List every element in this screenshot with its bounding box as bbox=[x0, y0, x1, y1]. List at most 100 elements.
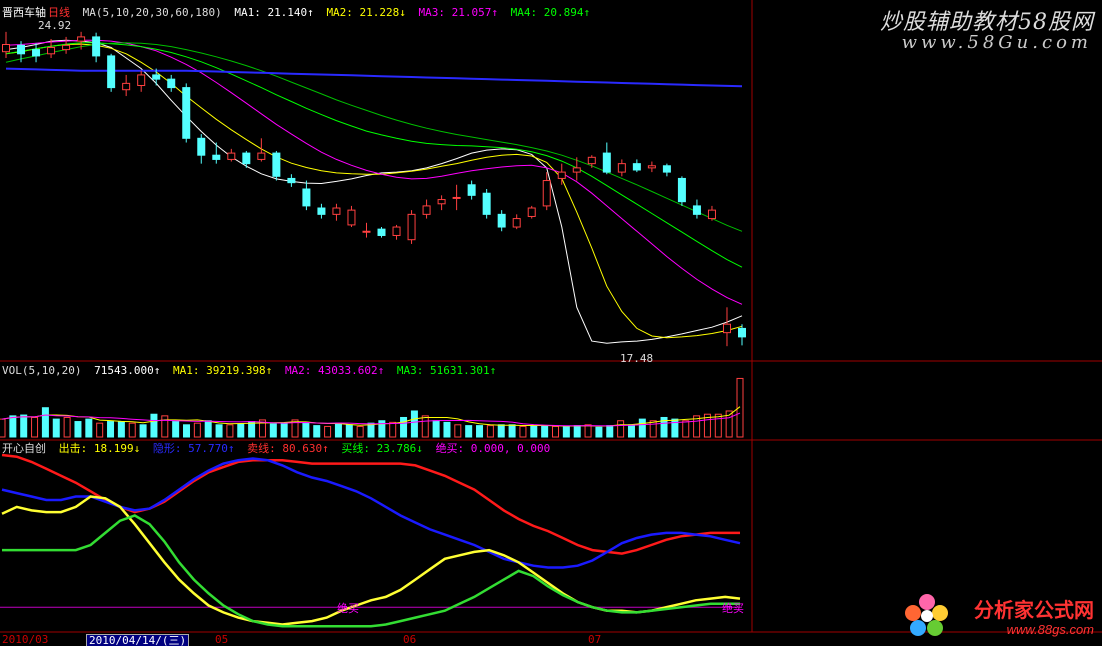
price-header: 晋西车轴 日线 MA(5,10,20,30,60,180) MA1: 21.140… bbox=[2, 6, 596, 19]
volume-bar bbox=[627, 424, 635, 438]
volume-bar bbox=[41, 407, 49, 438]
candle-body bbox=[722, 323, 731, 334]
vol-ma2: MA2: 43033.602↑ bbox=[284, 364, 385, 377]
volume-bar bbox=[595, 426, 603, 438]
ma-label: MA(5,10,20,30,60,180) bbox=[82, 6, 222, 19]
stock-chart-window: { "price_header": { "name": "晋西车轴", "per… bbox=[0, 0, 1102, 646]
x-axis-mark-06: 06 bbox=[403, 633, 417, 646]
period-label: 日线 bbox=[48, 6, 70, 19]
volume-bar bbox=[649, 420, 657, 438]
volume-bar bbox=[465, 425, 473, 438]
candle-body bbox=[407, 213, 416, 241]
x-axis-mark-05: 05 bbox=[215, 633, 229, 646]
volume-bar bbox=[573, 425, 581, 438]
volume-bar bbox=[584, 424, 592, 438]
candle-body bbox=[422, 205, 431, 215]
candle-body bbox=[647, 165, 656, 169]
candle-body bbox=[738, 327, 746, 338]
ma-line-6 bbox=[5, 67, 743, 88]
candle-body bbox=[512, 218, 521, 228]
volume-bar bbox=[107, 421, 115, 438]
candle-body bbox=[542, 180, 551, 207]
candle-body bbox=[332, 207, 341, 215]
volume-bar bbox=[193, 422, 201, 438]
volume-bar bbox=[432, 420, 440, 438]
volume-bar bbox=[63, 416, 71, 438]
candle-body bbox=[662, 165, 671, 173]
vol-ma1: MA1: 39219.398↑ bbox=[172, 364, 273, 377]
volume-bar bbox=[248, 421, 256, 438]
volume-header: VOL(5,10,20) 71543.000↑ MA1: 39219.398↑ … bbox=[2, 364, 502, 377]
candle-body bbox=[347, 209, 356, 226]
candle-body bbox=[437, 199, 446, 205]
chart-canvas bbox=[0, 0, 1102, 633]
volume-bar bbox=[443, 421, 451, 438]
volume-bar bbox=[20, 414, 28, 438]
indicator-sell: 卖线: 80.630↑ bbox=[247, 442, 329, 455]
ma1-value: MA1: 21.140↑ bbox=[234, 6, 314, 19]
volume-bar bbox=[172, 421, 180, 438]
candle-body bbox=[257, 152, 266, 160]
volume-bar bbox=[161, 415, 169, 438]
indicator-hidden: 隐形: 57.770↑ bbox=[152, 442, 235, 455]
volume-bar bbox=[269, 423, 277, 438]
volume-bar bbox=[74, 421, 82, 438]
candle-body bbox=[692, 205, 701, 215]
ma-line-2 bbox=[5, 43, 743, 339]
watermark-url: www.58Gu.com bbox=[901, 32, 1092, 53]
candle-body bbox=[212, 154, 221, 160]
candle-body bbox=[62, 44, 71, 51]
x-axis-mark-07: 07 bbox=[588, 633, 602, 646]
volume-bar bbox=[0, 418, 6, 438]
candle-body bbox=[107, 55, 116, 89]
candle-body bbox=[467, 184, 476, 196]
candle-body bbox=[617, 163, 626, 173]
stock-name: 晋西车轴 bbox=[2, 6, 46, 19]
volume-bar bbox=[356, 425, 364, 438]
indicator-line-4 bbox=[2, 514, 740, 628]
volume-bar bbox=[128, 422, 136, 438]
candle-body bbox=[152, 74, 161, 80]
watermark-brand: 分析家公式网 bbox=[974, 600, 1094, 622]
volume-bar bbox=[508, 424, 516, 438]
candle-body bbox=[122, 82, 131, 91]
volume-bar bbox=[313, 425, 321, 438]
candle-body bbox=[452, 196, 461, 199]
volume-bar bbox=[476, 425, 484, 438]
candle-body bbox=[197, 137, 206, 156]
vol-value: 71543.000↑ bbox=[94, 364, 161, 377]
volume-bar bbox=[324, 425, 332, 438]
ma4-value: MA4: 20.894↑ bbox=[510, 6, 591, 19]
volume-bar bbox=[183, 424, 190, 438]
volume-bar bbox=[302, 421, 310, 438]
volume-bar bbox=[552, 425, 559, 438]
volume-bar bbox=[215, 424, 223, 438]
volume-bar bbox=[96, 422, 104, 438]
volume-bar bbox=[345, 424, 353, 438]
volume-bar bbox=[226, 424, 234, 438]
volume-bar bbox=[117, 421, 125, 438]
candle-body bbox=[47, 46, 56, 55]
volume-bar bbox=[541, 425, 549, 438]
candle-body bbox=[572, 167, 581, 173]
volume-bar bbox=[400, 416, 408, 438]
vol-label: VOL(5,10,20) bbox=[2, 364, 82, 377]
volume-bar bbox=[606, 425, 614, 438]
candle-body bbox=[242, 152, 251, 165]
candle-body bbox=[362, 230, 371, 233]
candle-body bbox=[377, 228, 386, 236]
ma-line-1 bbox=[5, 39, 743, 344]
x-axis-selected-date[interactable]: 2010/04/14/(三) bbox=[86, 634, 190, 646]
candle-body bbox=[92, 36, 101, 57]
volume-bar bbox=[52, 418, 60, 438]
ma-line-3 bbox=[5, 39, 743, 305]
volume-bar bbox=[454, 424, 462, 438]
watermark-brand-url: www.88gs.com bbox=[1006, 622, 1094, 637]
indicator-header: 开心自创 出击: 18.199↓ 隐形: 57.770↑ 卖线: 80.630↑… bbox=[2, 442, 556, 455]
candle-body bbox=[182, 87, 191, 139]
volume-bar bbox=[638, 418, 646, 438]
candle-body bbox=[287, 177, 296, 184]
indicator-out: 出击: 18.199↓ bbox=[58, 442, 141, 455]
candle-body bbox=[272, 152, 281, 177]
indicator-bottom: 绝买: 0.000, 0.000 bbox=[435, 442, 551, 455]
